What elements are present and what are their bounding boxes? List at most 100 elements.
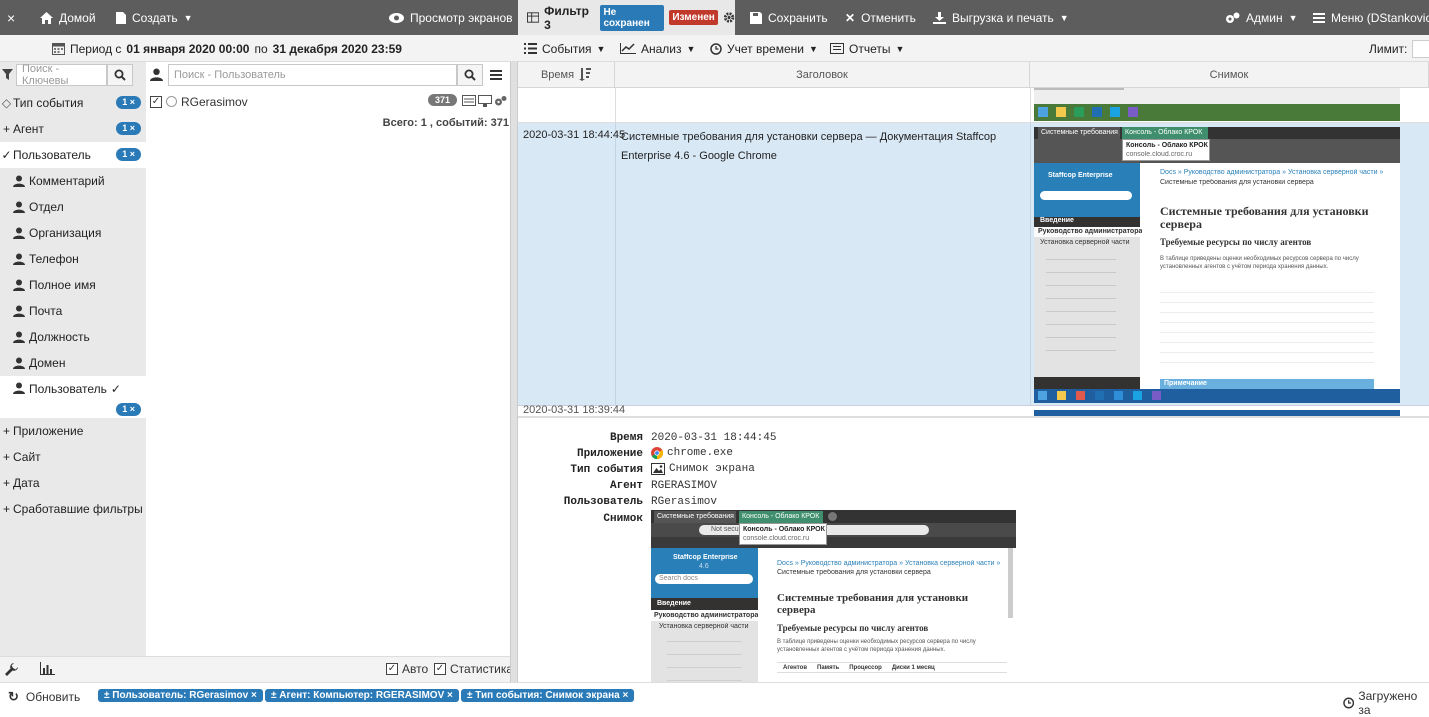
reports-menu[interactable]: Отчеты ▼: [830, 35, 904, 62]
user-search-button[interactable]: [457, 63, 483, 86]
nav-app-label: Приложение: [13, 424, 84, 438]
refresh-label: Обновить: [25, 690, 81, 704]
nav-user[interactable]: ✓ Пользователь 1 ×: [0, 142, 146, 168]
preview-search: Search docs: [659, 575, 698, 582]
filter-chip-event-type[interactable]: ± Тип события: Снимок экрана ×: [461, 689, 635, 702]
table-row[interactable]: 2020-03-31 18:39:44: [518, 404, 1429, 416]
refresh-button[interactable]: ↻ Обновить: [8, 689, 80, 705]
nav-org-label: Организация: [29, 226, 102, 240]
stats-toggle[interactable]: ✓ Статистика: [434, 662, 513, 676]
table-row[interactable]: [518, 88, 1429, 123]
nav-comment[interactable]: Комментарий: [0, 168, 146, 194]
nav-mail[interactable]: Почта: [0, 298, 146, 324]
nav-user-sub[interactable]: Пользователь ✓ 1 ×: [0, 376, 146, 418]
nav-agent[interactable]: + Агент 1 ×: [0, 116, 146, 142]
nav-user-sub-count[interactable]: 1 ×: [116, 403, 141, 416]
checkbox-checked[interactable]: ✓: [386, 663, 398, 675]
hamburger-icon[interactable]: [490, 69, 502, 80]
reports-icon: [830, 43, 844, 54]
screenshot-preview[interactable]: Системные требования для у Консоль - Обл…: [651, 510, 1016, 682]
screenshot-thumbnail[interactable]: [1034, 88, 1400, 121]
column-header-title[interactable]: Заголовок: [615, 62, 1030, 88]
nav-agent-count[interactable]: 1 ×: [116, 122, 141, 135]
nav-app[interactable]: + Приложение: [0, 418, 146, 444]
home-icon: [40, 11, 53, 24]
create-button[interactable]: Создать ▼: [116, 0, 193, 35]
nav-position[interactable]: Должность: [0, 324, 146, 350]
period-selector[interactable]: Период с 01 января 2020 00:00 по 31 дека…: [52, 35, 402, 62]
gear-icon[interactable]: [723, 11, 735, 24]
reports-label: Отчеты: [849, 41, 891, 56]
limit-input[interactable]: [1412, 39, 1429, 58]
tag-icon: ◇: [1, 96, 12, 110]
panel-splitter[interactable]: [510, 62, 518, 682]
column-header-shot[interactable]: Снимок: [1030, 62, 1429, 88]
chevron-down-icon: ▼: [1059, 12, 1069, 23]
nav-user-count[interactable]: 1 ×: [116, 148, 141, 161]
menu-button[interactable]: Меню (DStankovich: [1313, 0, 1429, 35]
admin-label: Админ: [1246, 10, 1283, 25]
period-mid: по: [254, 41, 268, 56]
clock-icon: [710, 42, 722, 55]
row-time: 2020-03-31 18:44:45: [523, 129, 626, 141]
column-header-time[interactable]: Время: [518, 62, 615, 88]
gears-icon[interactable]: [494, 95, 507, 107]
analysis-label: Анализ: [641, 41, 682, 56]
screenshot-thumbnail[interactable]: Системные требования для у Консоль - Обл…: [1034, 127, 1400, 403]
limit-field[interactable]: Лимит:: [1369, 35, 1429, 62]
analysis-menu[interactable]: Анализ ▼: [620, 35, 695, 62]
preview-para: В таблице приведены оценки необходимых р…: [777, 639, 976, 653]
list-icon: [524, 43, 537, 54]
nav-org[interactable]: Организация: [0, 220, 146, 246]
nav-domain-label: Домен: [29, 356, 66, 370]
detail-type-label: Тип события: [570, 464, 643, 476]
home-button[interactable]: Домой: [40, 0, 96, 35]
nav-event-type[interactable]: ◇ Тип события 1 ×: [0, 90, 146, 116]
detail-shot-label: Снимок: [603, 513, 643, 525]
view-screens-button[interactable]: Просмотр экранов: [389, 0, 513, 35]
table-row-selected[interactable]: 2020-03-31 18:44:45 Системные требования…: [518, 123, 1429, 406]
thumb-server-install: Установка серверной части: [1040, 239, 1130, 246]
nav-domain[interactable]: Домен: [0, 350, 146, 376]
save-button[interactable]: Сохранить: [750, 0, 828, 35]
keyword-search-input[interactable]: Поиск - Ключевы: [16, 63, 107, 87]
nav-phone[interactable]: Телефон: [0, 246, 146, 272]
filter-icon[interactable]: [2, 69, 13, 80]
cancel-button[interactable]: ✕ Отменить: [845, 0, 916, 35]
events-menu[interactable]: События ▼: [524, 35, 605, 62]
checkbox-checked[interactable]: ✓: [150, 95, 162, 108]
user-search-input[interactable]: Поиск - Пользователь: [168, 63, 457, 86]
nav-date[interactable]: + Дата: [0, 470, 146, 496]
time-tracking-menu[interactable]: Учет времени ▼: [710, 35, 818, 62]
chevron-down-icon: ▼: [183, 12, 193, 23]
filter-tab[interactable]: Фильтр 3 Не сохранен Изменен: [518, 0, 735, 35]
auto-toggle[interactable]: ✓ Авто: [386, 662, 428, 676]
bar-chart-icon[interactable]: [40, 662, 55, 675]
keyboard-icon[interactable]: [462, 95, 476, 106]
monitor-icon[interactable]: [478, 95, 492, 107]
user-icon: [150, 68, 163, 81]
thumb-h1: Системные требования для установки серве…: [1160, 204, 1369, 231]
keyword-search-button[interactable]: [107, 63, 133, 86]
filter-chip-agent[interactable]: ± Агент: Компьютер: RGERASIMOV ×: [265, 689, 459, 702]
export-button[interactable]: Выгрузка и печать ▼: [933, 0, 1069, 35]
radio-icon[interactable]: [166, 96, 177, 107]
home-label: Домой: [59, 10, 96, 25]
nav-dept[interactable]: Отдел: [0, 194, 146, 220]
nav-event-type-count[interactable]: 1 ×: [116, 96, 141, 109]
chevron-down-icon: ▼: [895, 43, 905, 54]
checkbox-checked[interactable]: ✓: [434, 663, 446, 675]
sort-icon[interactable]: [579, 68, 592, 81]
nav-fullname[interactable]: Полное имя: [0, 272, 146, 298]
close-icon[interactable]: ×: [7, 0, 15, 35]
filter-chip-user[interactable]: ± Пользователь: RGerasimov ×: [98, 689, 263, 702]
view-screens-label: Просмотр экранов: [410, 10, 513, 25]
preview-tab-2: Консоль - Облако КРОК: [739, 511, 823, 523]
admin-button[interactable]: Админ ▼: [1225, 0, 1298, 35]
user-list-item[interactable]: ✓ RGerasimov 371: [150, 93, 510, 110]
wrench-icon[interactable]: [5, 663, 18, 676]
menu-label: Меню (DStankovich: [1331, 10, 1429, 25]
nav-site[interactable]: + Сайт: [0, 444, 146, 470]
save-label: Сохранить: [768, 10, 828, 25]
plus-icon: +: [2, 476, 10, 490]
